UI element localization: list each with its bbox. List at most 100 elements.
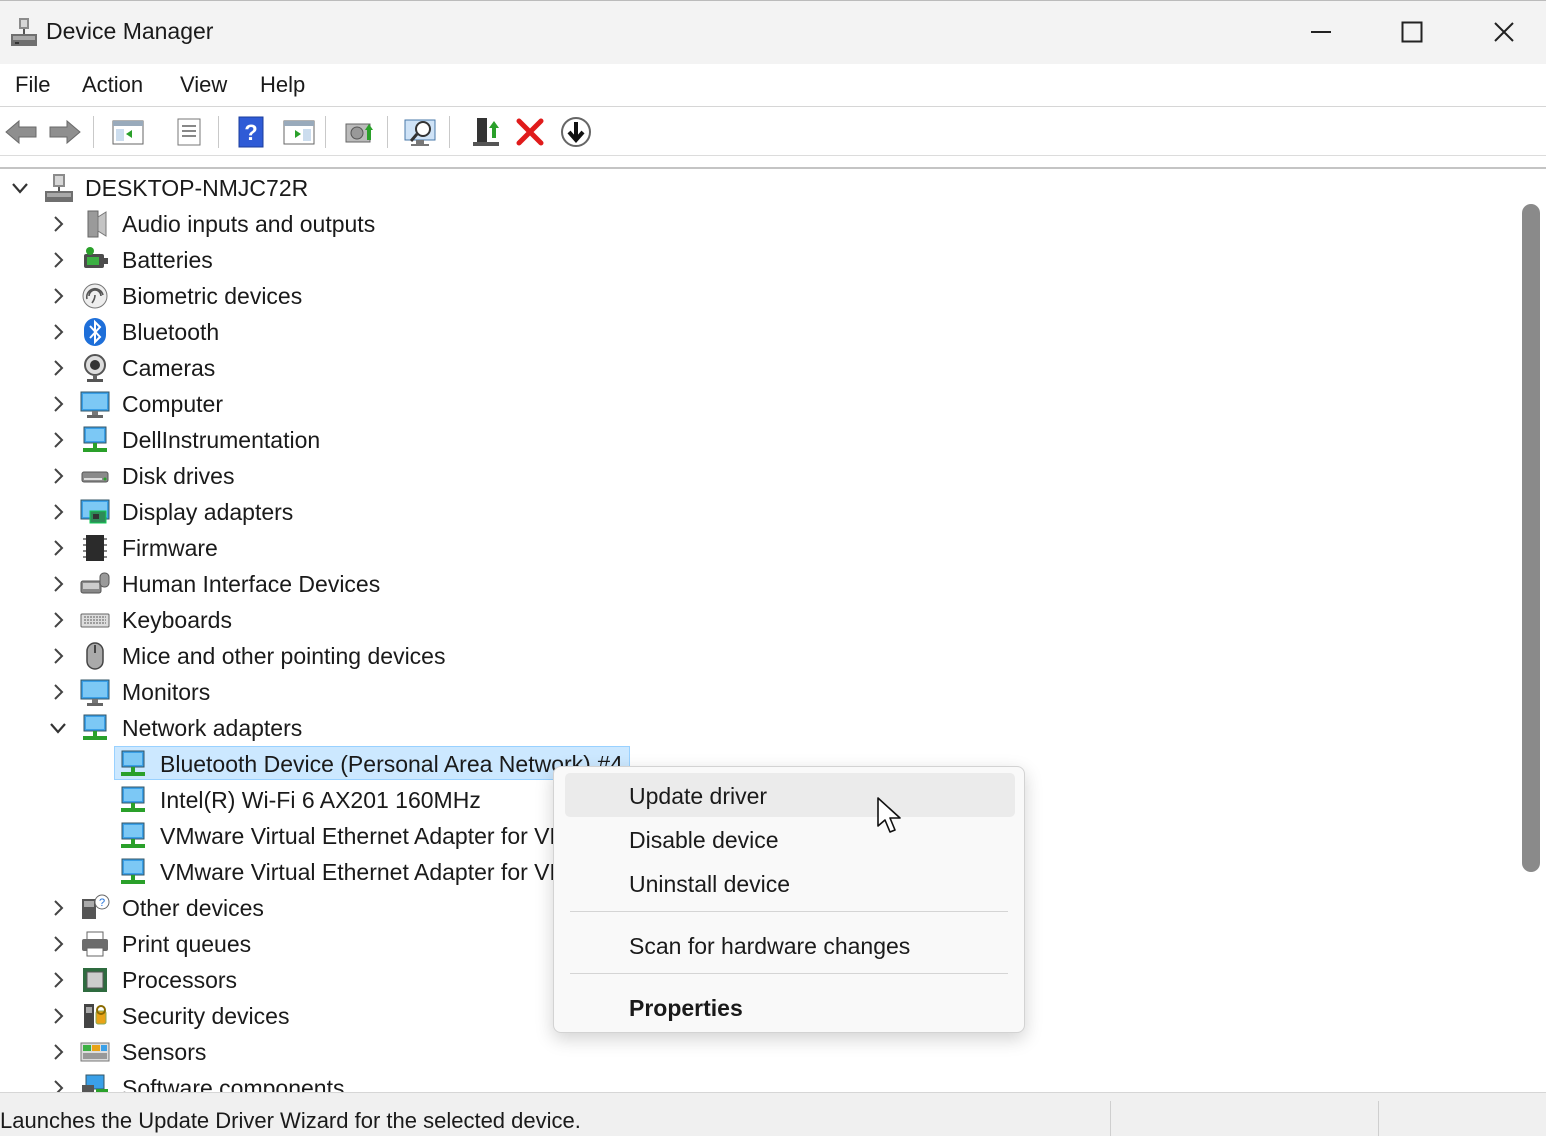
monitor-icon: [80, 389, 110, 419]
expand-chevron-icon[interactable]: [48, 970, 68, 990]
disable-device-button[interactable]: [558, 115, 594, 149]
menu-view[interactable]: View: [180, 72, 227, 98]
properties-button[interactable]: [171, 115, 207, 149]
expand-chevron-icon[interactable]: [48, 358, 68, 378]
tree-category[interactable]: Biometric devices: [0, 279, 1500, 313]
tree-category[interactable]: Cameras: [0, 351, 1500, 385]
tree-category[interactable]: Network adapters: [0, 711, 1500, 745]
maximize-button[interactable]: [1366, 1, 1458, 63]
enable-device-icon: [473, 118, 499, 146]
minimize-button[interactable]: [1275, 1, 1367, 63]
tree-node-label: Audio inputs and outputs: [122, 211, 376, 237]
expand-chevron-icon[interactable]: [48, 286, 68, 306]
expand-chevron-icon[interactable]: [48, 574, 68, 594]
scrollbar-thumb[interactable]: [1522, 204, 1540, 872]
keyboard-icon: [80, 605, 110, 635]
menu-help[interactable]: Help: [260, 72, 305, 98]
tree-node-label: Bluetooth: [122, 319, 220, 345]
update-driver-button[interactable]: [342, 115, 378, 149]
tree-node-label: Firmware: [122, 535, 218, 561]
back-arrow-icon: [5, 119, 37, 145]
tree-root-computer[interactable]: DESKTOP-NMJC72R: [0, 171, 1500, 205]
menu-scan-hardware-label: Scan for hardware changes: [629, 933, 911, 959]
close-button[interactable]: [1458, 1, 1546, 63]
expand-chevron-icon[interactable]: [48, 1078, 68, 1092]
enable-device-button[interactable]: [468, 115, 504, 149]
uninstall-device-icon: [516, 118, 544, 146]
scan-button[interactable]: [403, 115, 439, 149]
expand-chevron-icon[interactable]: [48, 466, 68, 486]
forward-button[interactable]: [47, 115, 83, 149]
collapse-chevron-icon[interactable]: [10, 178, 30, 198]
monitor-icon: [80, 677, 110, 707]
menu-properties[interactable]: Properties: [565, 985, 1015, 1029]
fingerprint-icon: [80, 281, 110, 311]
collapse-chevron-icon[interactable]: [48, 718, 68, 738]
tree-category[interactable]: Monitors: [0, 675, 1500, 709]
disk-drive-icon: [80, 461, 110, 491]
tree-category[interactable]: Display adapters: [0, 495, 1500, 529]
tree-node-label: Security devices: [122, 1003, 290, 1029]
expand-chevron-icon[interactable]: [48, 1042, 68, 1062]
disable-device-icon: [561, 117, 591, 147]
menu-file[interactable]: File: [15, 72, 50, 98]
tree-category[interactable]: Firmware: [0, 531, 1500, 565]
expand-chevron-icon[interactable]: [48, 430, 68, 450]
expand-chevron-icon[interactable]: [48, 898, 68, 918]
show-hide-console-tree-icon: [112, 120, 144, 145]
menu-scan-hardware[interactable]: Scan for hardware changes: [565, 923, 1015, 967]
menu-uninstall-device[interactable]: Uninstall device: [565, 861, 1015, 905]
tree-category[interactable]: Computer: [0, 387, 1500, 421]
tree-node-label: DellInstrumentation: [122, 427, 321, 453]
network-icon: [80, 425, 110, 455]
expand-chevron-icon[interactable]: [48, 538, 68, 558]
expand-chevron-icon[interactable]: [48, 322, 68, 342]
tree-category[interactable]: Batteries: [0, 243, 1500, 277]
bluetooth-icon: [80, 317, 110, 347]
tree-category[interactable]: Disk drives: [0, 459, 1500, 493]
software-component-icon: [80, 1073, 110, 1092]
expand-chevron-icon[interactable]: [48, 610, 68, 630]
tree-category[interactable]: Mice and other pointing devices: [0, 639, 1500, 673]
security-device-icon: [80, 1001, 110, 1031]
tree-category[interactable]: Human Interface Devices: [0, 567, 1500, 601]
network-icon: [118, 821, 148, 851]
expand-chevron-icon[interactable]: [48, 646, 68, 666]
console-tree-button[interactable]: [110, 115, 146, 149]
tree-node-label: Intel(R) Wi-Fi 6 AX201 160MHz: [160, 787, 481, 813]
expand-chevron-icon[interactable]: [48, 934, 68, 954]
uninstall-button[interactable]: [512, 115, 548, 149]
menu-action[interactable]: Action: [82, 72, 143, 98]
status-text: Launches the Update Driver Wizard for th…: [0, 1108, 581, 1133]
tree-category[interactable]: Software components: [0, 1071, 1500, 1092]
tree-node-label: Sensors: [122, 1039, 207, 1065]
toolbar: ?: [0, 108, 1546, 156]
expand-chevron-icon[interactable]: [48, 394, 68, 414]
tree-category[interactable]: Sensors: [0, 1035, 1500, 1069]
tree-category[interactable]: DellInstrumentation: [0, 423, 1500, 457]
menu-disable-device[interactable]: Disable device: [565, 817, 1015, 861]
tree-node-label: Disk drives: [122, 463, 235, 489]
update-driver-icon: [345, 123, 373, 143]
menu-update-driver[interactable]: Update driver: [565, 773, 1015, 817]
expand-chevron-icon[interactable]: [48, 214, 68, 234]
show-action-pane-icon: [283, 120, 315, 145]
expand-chevron-icon[interactable]: [48, 682, 68, 702]
expand-chevron-icon[interactable]: [48, 250, 68, 270]
title-bar: Device Manager: [0, 0, 1546, 64]
tree-category[interactable]: Keyboards: [0, 603, 1500, 637]
tree-category[interactable]: Bluetooth: [0, 315, 1500, 349]
properties-sheet-icon: [177, 118, 201, 146]
help-button[interactable]: ?: [233, 115, 269, 149]
action-pane-button[interactable]: [281, 115, 317, 149]
network-icon: [118, 785, 148, 815]
expand-chevron-icon[interactable]: [48, 1006, 68, 1026]
back-button[interactable]: [3, 115, 39, 149]
context-menu: Update driver Disable device Uninstall d…: [553, 766, 1025, 1033]
tree-category[interactable]: Audio inputs and outputs: [0, 207, 1500, 241]
svg-text:?: ?: [244, 120, 257, 145]
expand-chevron-icon[interactable]: [48, 502, 68, 522]
tree-node-label: Other devices: [122, 895, 264, 921]
toolbar-separator: [387, 116, 388, 148]
menu-uninstall-device-label: Uninstall device: [629, 871, 791, 897]
